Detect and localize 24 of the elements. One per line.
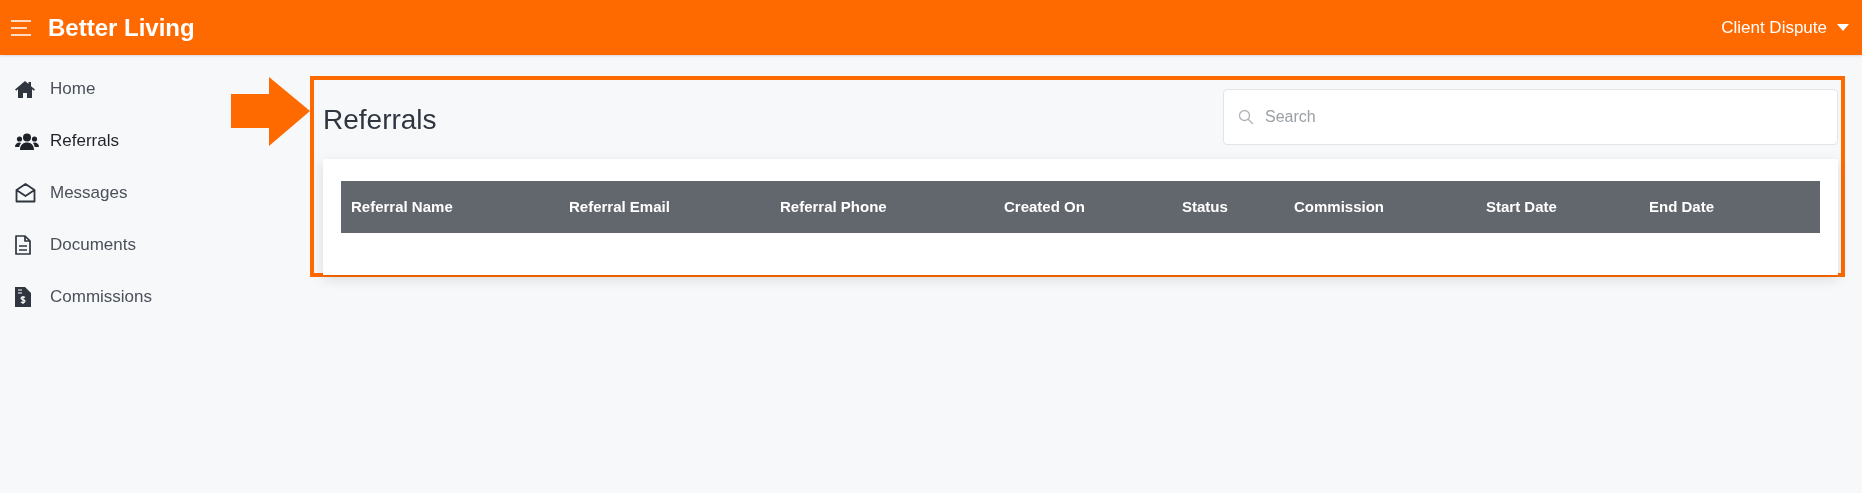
- search-icon: [1238, 109, 1254, 125]
- column-header: Start Date: [1485, 196, 1558, 217]
- column-header: Created On: [1003, 196, 1086, 217]
- sidebar-item[interactable]: Home: [0, 63, 231, 115]
- sidebar-item[interactable]: Commissions: [0, 271, 231, 323]
- column-header: Referral Email: [568, 196, 671, 217]
- sidebar-item[interactable]: Messages: [0, 167, 231, 219]
- users-icon: [15, 132, 39, 150]
- column-header: Status: [1181, 196, 1229, 217]
- invoice-icon: [15, 287, 31, 307]
- menu-icon[interactable]: [11, 19, 31, 36]
- column-header: Referral Name: [350, 196, 454, 217]
- envelope-icon: [15, 183, 36, 203]
- sidebar-item[interactable]: Documents: [0, 219, 231, 271]
- column-header: Commission: [1293, 196, 1385, 217]
- caret-icon: [1837, 24, 1849, 31]
- column-header: End Date: [1648, 196, 1715, 217]
- search-field[interactable]: Search: [1223, 89, 1838, 145]
- sidebar-item[interactable]: Referrals: [0, 115, 231, 167]
- page-title: Referrals: [323, 103, 437, 137]
- app-title: Better Living: [48, 12, 195, 43]
- column-header: Referral Phone: [779, 196, 888, 217]
- home-icon: [15, 80, 35, 98]
- document-icon: [15, 235, 31, 255]
